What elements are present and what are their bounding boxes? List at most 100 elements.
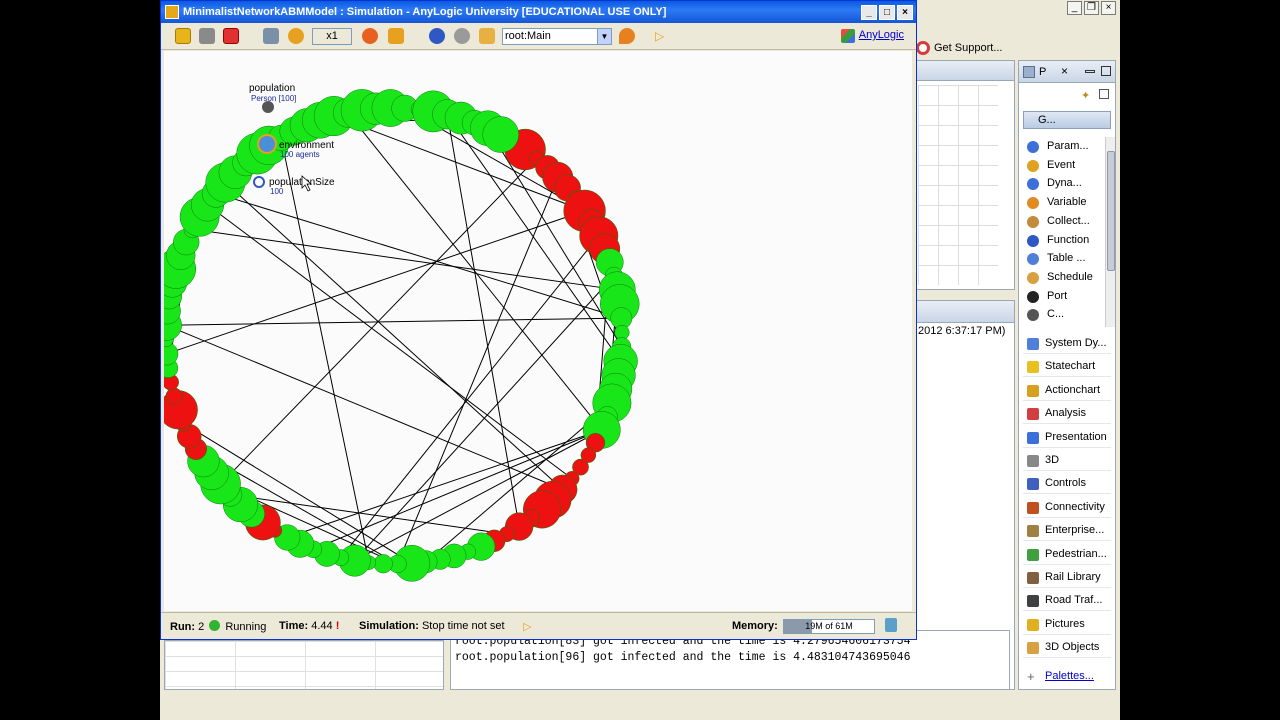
projects-table <box>164 640 444 690</box>
maximize-icon[interactable] <box>1101 66 1111 76</box>
person-icon <box>262 101 274 113</box>
network-edge <box>166 317 622 326</box>
palette-section[interactable]: Road Traf... <box>1023 590 1111 612</box>
sim-titlebar[interactable]: MinimalistNetworkABMModel : Simulation -… <box>161 1 916 23</box>
palette-section-label: Road Traf... <box>1045 594 1103 607</box>
simulation-value: Stop time not set <box>421 620 505 632</box>
get-support-label: Get Support... <box>934 42 1003 54</box>
palette-scrollbar[interactable] <box>1105 137 1115 327</box>
palette-item[interactable]: Schedule <box>1027 268 1105 287</box>
parameter-icon <box>253 176 265 188</box>
palette-item[interactable]: Collect... <box>1027 212 1105 231</box>
palette-section[interactable]: Analysis <box>1023 403 1111 425</box>
view-selector[interactable]: root:Main ▼ <box>502 28 612 45</box>
palette-section[interactable]: Rail Library <box>1023 567 1111 588</box>
virtual-time-icon[interactable] <box>263 28 279 44</box>
palette-item[interactable]: Port <box>1027 287 1105 306</box>
run-arrow-icon[interactable]: ▷ <box>655 28 671 44</box>
palette-item-label: Schedule <box>1047 270 1093 283</box>
anylogic-link[interactable]: AnyLogic <box>840 29 904 43</box>
network-edge <box>280 137 370 563</box>
palette-item-label: Param... <box>1047 140 1089 152</box>
palette-tab-label[interactable]: P <box>1039 66 1046 78</box>
minimize-icon[interactable] <box>1085 70 1095 73</box>
controls-icon <box>1027 478 1039 491</box>
palette-section[interactable]: Pedestrian... <box>1023 544 1111 565</box>
simulation-canvas[interactable]: population Person [100] environment 100 … <box>164 51 912 611</box>
palette-section-label: 3D Objects <box>1045 641 1100 654</box>
palette-section[interactable]: Controls <box>1023 473 1111 495</box>
palette-section[interactable]: 3D <box>1023 450 1111 471</box>
trash-icon[interactable] <box>885 618 897 632</box>
close-icon[interactable]: × <box>1061 64 1068 78</box>
palette-section[interactable]: Pictures <box>1023 614 1111 635</box>
properties-date: 2012 6:37:17 PM) <box>918 325 1006 337</box>
palette-section[interactable]: Statechart <box>1023 356 1111 378</box>
warning-icon: ! <box>335 620 340 632</box>
palette-item[interactable]: Event <box>1027 156 1105 175</box>
fast-forward-icon[interactable] <box>388 28 404 44</box>
palette-section[interactable]: Actionchart <box>1023 380 1111 401</box>
palette-section[interactable]: Presentation <box>1023 427 1111 448</box>
ide-restore-button[interactable]: ❐ <box>1084 1 1099 15</box>
speed-up-icon[interactable] <box>362 28 378 44</box>
palette-item-label: Function <box>1047 233 1090 246</box>
camera-icon[interactable] <box>454 28 470 44</box>
app-icon <box>165 5 179 19</box>
slow-down-icon[interactable] <box>288 28 304 44</box>
close-button[interactable]: × <box>897 5 913 20</box>
time-status: Time: 4.44 ! <box>279 620 339 632</box>
ide-minimize-button[interactable]: _ <box>1067 1 1082 15</box>
scrollbar-thumb[interactable] <box>1107 151 1115 271</box>
navigate-icon[interactable] <box>429 28 445 44</box>
run-state: Running <box>225 621 267 633</box>
run-number: 2 <box>198 621 205 633</box>
get-support-link[interactable]: Get Support... <box>916 40 1002 56</box>
run-arrow-icon[interactable]: ▷ <box>523 620 531 633</box>
palette-item[interactable]: C... <box>1027 305 1105 324</box>
ide-close-button[interactable]: × <box>1101 1 1116 15</box>
statechart-icon <box>1027 361 1039 374</box>
palette-section-label: 3D <box>1045 454 1060 466</box>
palette-item-label: Collect... <box>1047 214 1090 227</box>
presentation-icon <box>1027 431 1039 444</box>
chevron-down-icon[interactable]: ▼ <box>597 29 611 44</box>
network-edge <box>207 204 573 479</box>
sim-toolbar: x1 root:Main ▼ ▷ AnyLogic <box>161 23 916 50</box>
collection-icon <box>1027 215 1039 228</box>
palettes-link-label: Palettes... <box>1045 670 1094 682</box>
palette-item-label: C... <box>1047 308 1065 321</box>
palette-item[interactable]: Param... <box>1027 137 1105 156</box>
palette-section[interactable]: Enterprise... <box>1023 520 1111 542</box>
population-object[interactable]: population Person [100] <box>249 83 296 113</box>
population-size-parameter[interactable]: populationSize 100 <box>253 176 335 196</box>
maximize-button[interactable]: □ <box>879 5 895 20</box>
pin-icon[interactable]: ✦ <box>1081 89 1090 102</box>
pause-icon[interactable] <box>175 28 191 44</box>
agent-node-healthy[interactable] <box>482 116 519 153</box>
memory-label-text: Memory: <box>732 620 778 632</box>
step-icon[interactable] <box>199 28 215 44</box>
palette-item[interactable]: Dyna... <box>1027 174 1105 193</box>
editor-grid[interactable] <box>918 85 998 285</box>
palette-header: P × <box>1019 61 1115 83</box>
palette-item-label: Event <box>1047 158 1076 171</box>
palette-item[interactable]: Variable <box>1027 193 1105 212</box>
stop-icon[interactable] <box>223 28 239 44</box>
network-edge <box>225 182 563 490</box>
palette-item[interactable]: Table ... <box>1027 249 1105 268</box>
palette-menu-icon[interactable] <box>1099 89 1109 99</box>
agent-node-healthy[interactable] <box>373 554 393 574</box>
palette-section[interactable]: 3D Objects <box>1023 637 1111 659</box>
location-pin-icon[interactable] <box>619 28 635 44</box>
palette-section[interactable]: System Dy... <box>1023 333 1111 354</box>
minimize-button[interactable]: _ <box>861 5 877 20</box>
palette-section-general[interactable]: G... <box>1023 111 1111 129</box>
palettes-link[interactable]: + Palettes... <box>1027 667 1094 685</box>
palette-item[interactable]: Function <box>1027 231 1105 250</box>
palette-item-label: Dyna... <box>1047 177 1082 190</box>
agent-node-infected[interactable] <box>165 387 183 405</box>
folder-icon[interactable] <box>479 28 495 44</box>
palette-section[interactable]: Connectivity <box>1023 497 1111 518</box>
actionchart-icon <box>1027 384 1039 397</box>
